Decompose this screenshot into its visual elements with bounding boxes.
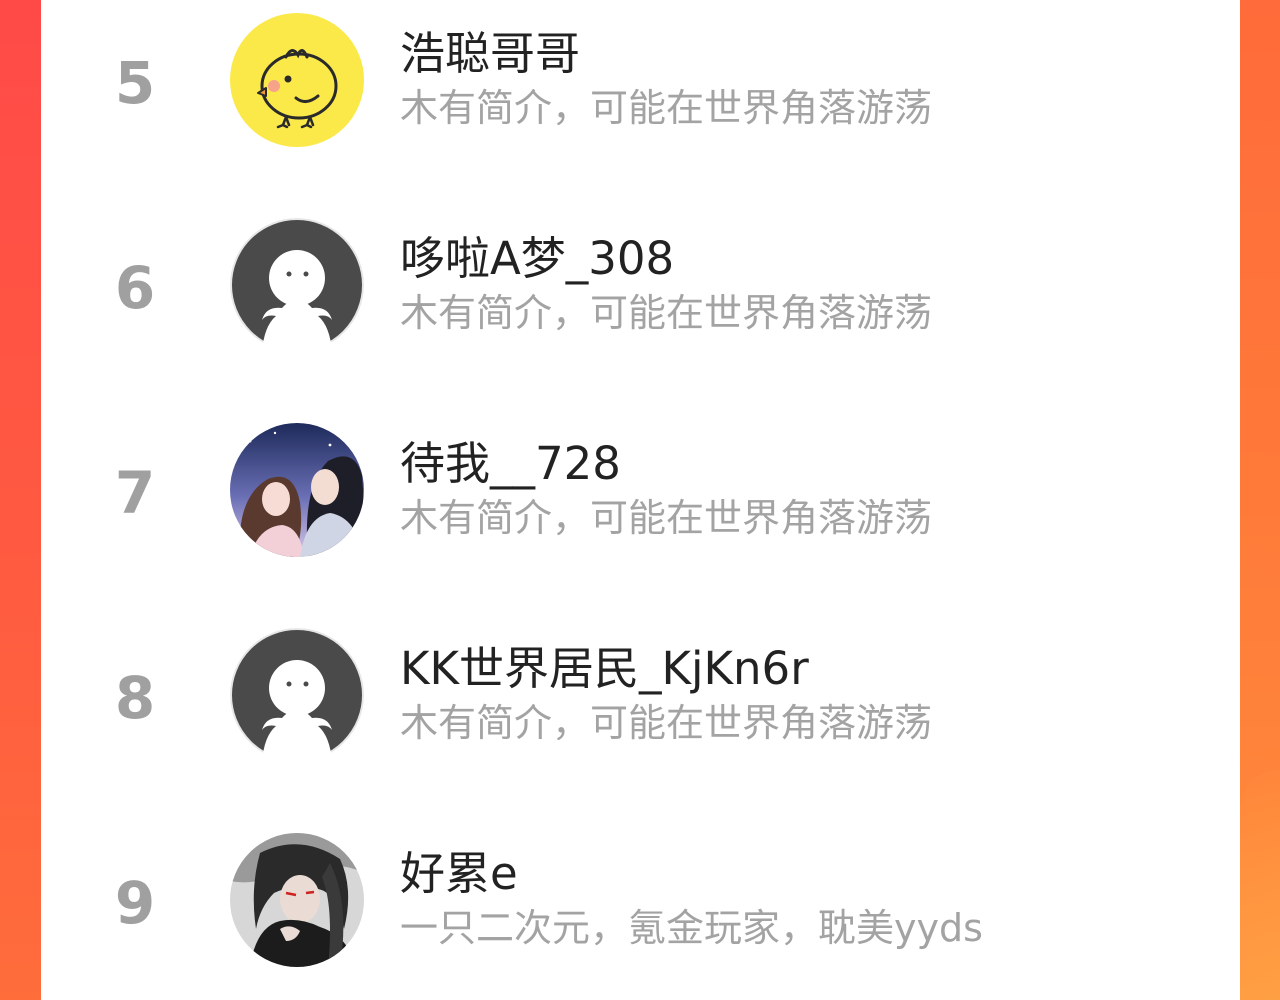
user-bio: 木有简介，可能在世界角落游荡 <box>400 701 933 745</box>
user-name[interactable]: 待我__728 <box>400 427 621 492</box>
anime-couple-avatar-icon <box>230 423 364 557</box>
rank-number: 6 <box>114 254 156 322</box>
rank-number: 5 <box>114 49 156 117</box>
leaderboard-row-7[interactable]: 7 待我__728 木有简介，可能在世界角落游荡 <box>41 415 1240 565</box>
user-avatar[interactable] <box>230 13 364 147</box>
default-ghost-avatar-icon <box>230 628 364 762</box>
user-name[interactable]: 哆啦A梦_308 <box>400 222 674 287</box>
user-avatar[interactable] <box>230 833 364 967</box>
left-background-strip <box>0 0 41 1000</box>
leaderboard-row-5[interactable]: 5 浩聪哥哥 木有简介，可能在世界角落游荡 <box>41 5 1240 155</box>
anime-boy-avatar-icon <box>230 833 364 967</box>
rank-number: 8 <box>114 664 156 732</box>
yellow-chick-avatar-icon <box>230 13 364 147</box>
rank-number: 7 <box>114 459 156 527</box>
user-name[interactable]: KK世界居民_KjKn6r <box>400 632 809 697</box>
leaderboard-row-9[interactable]: 9 好累e 一只二次元，氪金玩家，耽美yyds <box>41 825 1240 975</box>
user-bio: 木有简介，可能在世界角落游荡 <box>400 86 933 130</box>
user-avatar[interactable] <box>230 218 364 352</box>
user-bio: 一只二次元，氪金玩家，耽美yyds <box>400 906 983 950</box>
user-bio: 木有简介，可能在世界角落游荡 <box>400 496 933 540</box>
background-glow <box>1240 770 1280 1000</box>
rank-number: 9 <box>114 869 156 937</box>
leaderboard-row-8[interactable]: 8 KK世界居民_KjKn6r 木有简介，可能在世界角落游荡 <box>41 620 1240 770</box>
user-avatar[interactable] <box>230 628 364 762</box>
right-background-strip <box>1240 0 1280 1000</box>
default-ghost-avatar-icon <box>230 218 364 352</box>
leaderboard-row-6[interactable]: 6 哆啦A梦_308 木有简介，可能在世界角落游荡 <box>41 210 1240 360</box>
user-name[interactable]: 浩聪哥哥 <box>400 17 580 82</box>
user-bio: 木有简介，可能在世界角落游荡 <box>400 291 933 335</box>
user-name[interactable]: 好累e <box>400 837 518 902</box>
leaderboard-panel: 5 浩聪哥哥 木有简介，可能在世界角落游荡 6 哆啦A梦_308 木有简介，可能… <box>41 0 1240 1000</box>
user-avatar[interactable] <box>230 423 364 557</box>
